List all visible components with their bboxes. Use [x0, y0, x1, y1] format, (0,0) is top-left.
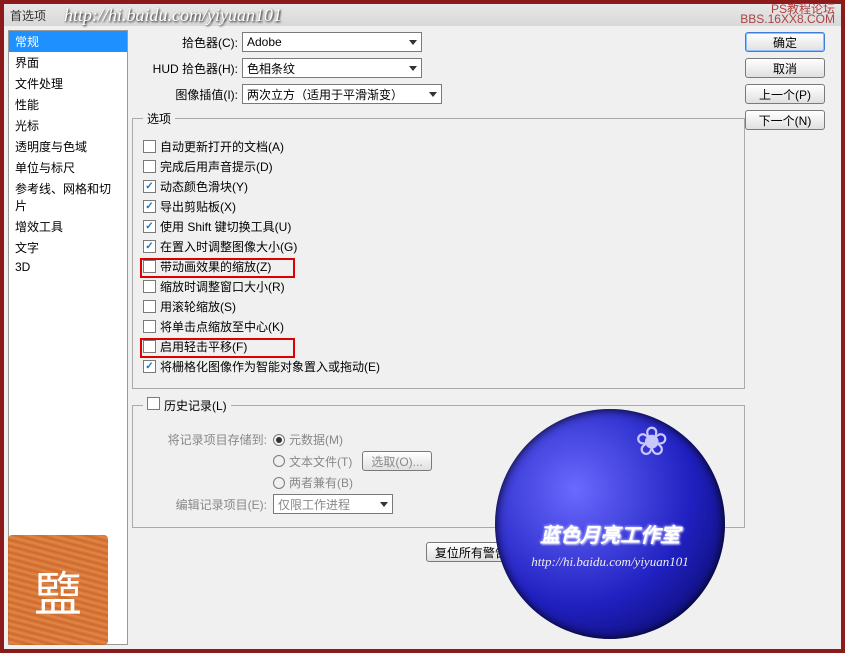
history-legend: 历史记录(L) — [143, 397, 231, 414]
chk-label: 用滚轮缩放(S) — [160, 298, 236, 315]
chk-history-log[interactable] — [147, 397, 160, 410]
dialog-body: 常规 界面 文件处理 性能 光标 透明度与色域 单位与标尺 参考线、网格和切片 … — [4, 26, 841, 649]
radio-metadata[interactable] — [273, 434, 285, 446]
ok-button[interactable]: 确定 — [745, 32, 825, 52]
editlog-label: 编辑记录项目(E): — [163, 496, 273, 513]
chk-shift-tool[interactable] — [143, 220, 156, 233]
chevron-down-icon — [409, 66, 417, 71]
sidebar-item-general[interactable]: 常规 — [9, 31, 127, 52]
saveto-label: 将记录项目存储到: — [163, 431, 273, 448]
options-legend: 选项 — [143, 110, 175, 127]
interp-select[interactable]: 两次立方（适用于平滑渐变） — [242, 84, 442, 104]
chk-resize-place[interactable] — [143, 240, 156, 253]
hud-label: HUD 拾色器(H): — [132, 60, 242, 77]
options-group: 选项 自动更新打开的文档(A) 完成后用声音提示(D) 动态颜色滑块(Y) 导出… — [132, 110, 745, 389]
sidebar-item-transparency[interactable]: 透明度与色域 — [9, 136, 127, 157]
chk-label: 动态颜色滑块(Y) — [160, 178, 248, 195]
main-panel: 拾色器(C): Adobe HUD 拾色器(H): 色相条纹 图像插值(I): … — [128, 26, 745, 649]
window-title: 首选项 — [10, 7, 46, 24]
picker-label: 拾色器(C): — [132, 34, 242, 51]
seal-stamp: 盬 — [8, 535, 108, 645]
chk-click-center[interactable] — [143, 320, 156, 333]
next-button[interactable]: 下一个(N) — [745, 110, 825, 130]
chk-label: 启用轻击平移(F) — [160, 338, 247, 355]
watermark-title: 蓝色月亮工作室 — [540, 519, 680, 548]
chk-beep[interactable] — [143, 160, 156, 173]
radio-label: 文本文件(T) — [289, 453, 352, 470]
overlay-forum: PS教程论坛BBS.16XX8.COM — [740, 5, 835, 25]
chk-label: 导出剪贴板(X) — [160, 198, 236, 215]
sidebar-item-type[interactable]: 文字 — [9, 237, 127, 258]
chk-scroll-zoom[interactable] — [143, 300, 156, 313]
radio-both[interactable] — [273, 477, 285, 489]
choose-button[interactable]: 选取(O)... — [362, 451, 431, 471]
chevron-down-icon — [429, 92, 437, 97]
picker-select[interactable]: Adobe — [242, 32, 422, 52]
radio-label: 元数据(M) — [289, 431, 343, 448]
chk-label: 在置入时调整图像大小(G) — [160, 238, 297, 255]
flower-icon: ❀ — [635, 419, 685, 469]
chk-export-clipboard[interactable] — [143, 200, 156, 213]
sidebar-item-interface[interactable]: 界面 — [9, 52, 127, 73]
radio-label: 两者兼有(B) — [289, 474, 353, 491]
chk-auto-update[interactable] — [143, 140, 156, 153]
watermark-logo: ❀ 蓝色月亮工作室 http://hi.baidu.com/yiyuan101 — [495, 409, 725, 639]
chk-label: 使用 Shift 键切换工具(U) — [160, 218, 291, 235]
sidebar-item-plugins[interactable]: 增效工具 — [9, 216, 127, 237]
chk-dynamic-sliders[interactable] — [143, 180, 156, 193]
chk-flick-pan[interactable] — [143, 340, 156, 353]
watermark-url: http://hi.baidu.com/yiyuan101 — [531, 554, 688, 570]
chevron-down-icon — [380, 502, 388, 507]
radio-textfile[interactable] — [273, 455, 285, 467]
prev-button[interactable]: 上一个(P) — [745, 84, 825, 104]
chk-label: 将单击点缩放至中心(K) — [160, 318, 284, 335]
chk-label: 缩放时调整窗口大小(R) — [160, 278, 285, 295]
chevron-down-icon — [409, 40, 417, 45]
titlebar: 首选项 http://hi.baidu.com/yiyuan101 PS教程论坛… — [4, 4, 841, 26]
chk-label: 将栅格化图像作为智能对象置入或拖动(E) — [160, 358, 380, 375]
overlay-url: http://hi.baidu.com/yiyuan101 — [64, 5, 282, 26]
chk-label: 完成后用声音提示(D) — [160, 158, 273, 175]
chk-raster-smartobj[interactable] — [143, 360, 156, 373]
chk-label: 自动更新打开的文档(A) — [160, 138, 284, 155]
button-column: 确定 取消 上一个(P) 下一个(N) — [745, 26, 841, 649]
sidebar-item-guides[interactable]: 参考线、网格和切片 — [9, 178, 127, 216]
sidebar-item-cursors[interactable]: 光标 — [9, 115, 127, 136]
cancel-button[interactable]: 取消 — [745, 58, 825, 78]
hud-select[interactable]: 色相条纹 — [242, 58, 422, 78]
sidebar-item-3d[interactable]: 3D — [9, 258, 127, 276]
interp-label: 图像插值(I): — [132, 86, 242, 103]
chk-zoom-resize-window[interactable] — [143, 280, 156, 293]
sidebar-item-units[interactable]: 单位与标尺 — [9, 157, 127, 178]
chk-label: 带动画效果的缩放(Z) — [160, 258, 271, 275]
sidebar-item-filehandling[interactable]: 文件处理 — [9, 73, 127, 94]
sidebar-item-performance[interactable]: 性能 — [9, 94, 127, 115]
editlog-select[interactable]: 仅限工作进程 — [273, 494, 393, 514]
chk-animated-zoom[interactable] — [143, 260, 156, 273]
preferences-dialog: 首选项 http://hi.baidu.com/yiyuan101 PS教程论坛… — [0, 0, 845, 653]
